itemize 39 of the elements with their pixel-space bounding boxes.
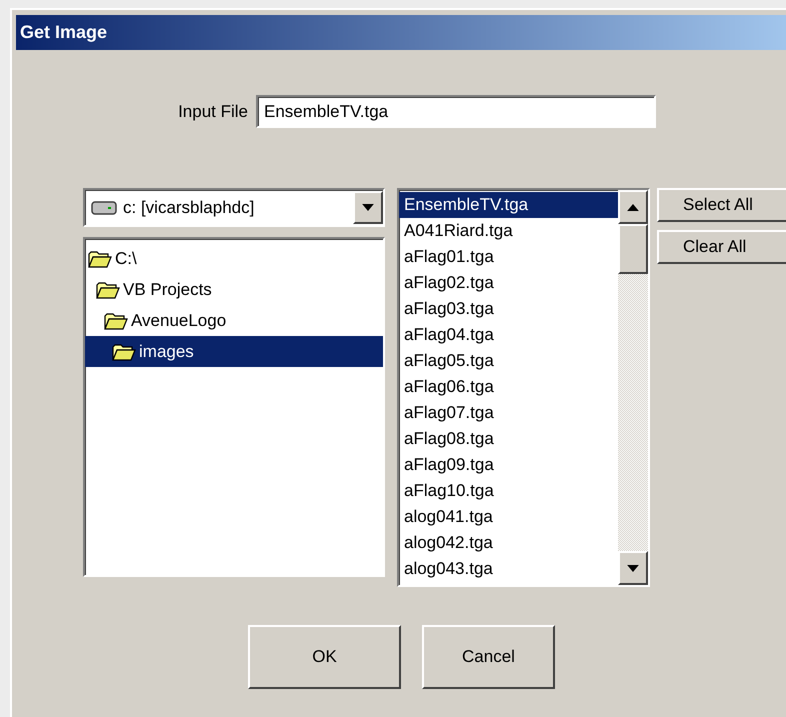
file-item[interactable]: alog043.tga [399, 556, 618, 582]
caret-icon [362, 204, 374, 211]
file-item[interactable]: aFlag04.tga [399, 322, 618, 348]
file-item[interactable]: aFlag10.tga [399, 478, 618, 504]
scroll-up-button[interactable] [618, 190, 648, 224]
scroll-down-button[interactable] [618, 551, 648, 585]
folder-icon [104, 312, 128, 330]
window-title: Get Image [20, 22, 108, 43]
file-item[interactable]: aFlag05.tga [399, 348, 618, 374]
input-file-label: Input File [177, 102, 248, 122]
file-item[interactable]: alog042.tga [399, 530, 618, 556]
file-item[interactable]: aFlag03.tga [399, 296, 618, 322]
down-arrow-icon [627, 564, 639, 572]
scroll-thumb[interactable] [618, 224, 648, 274]
input-field[interactable]: EnsembleTV.tga [256, 95, 656, 128]
folder-item[interactable]: C:\ [112, 244, 140, 273]
folder-item[interactable]: VB Projects [120, 275, 215, 304]
file-item[interactable]: aFlag06.tga [399, 374, 618, 400]
file-item[interactable]: aFlag07.tga [399, 400, 618, 426]
file-item[interactable]: EnsembleTV.tga [399, 192, 618, 218]
file-item[interactable]: aFlag02.tga [399, 270, 618, 296]
folder-item[interactable]: AvenueLogo [128, 306, 230, 335]
file-item[interactable]: aFlag08.tga [399, 426, 618, 452]
folder-icon [96, 280, 120, 298]
drive-dropdown[interactable]: c: [vicarsblaphdc] [83, 188, 385, 227]
scrollbar[interactable] [618, 190, 648, 585]
select-all-button[interactable]: Select All [657, 188, 786, 222]
file-item[interactable]: aFlag09.tga [399, 452, 618, 478]
cancel-button[interactable]: Cancel [422, 625, 555, 689]
dropdown-arrow-button[interactable] [353, 191, 383, 224]
file-item[interactable]: aFlag01.tga [399, 244, 618, 270]
file-item[interactable]: A041Riard.tga [399, 218, 618, 244]
up-arrow-icon [627, 204, 639, 210]
drive-icon [91, 200, 117, 214]
file-item[interactable]: alog041.tga [399, 504, 618, 530]
folder-icon [112, 342, 136, 360]
ok-button[interactable]: OK [248, 625, 401, 689]
clear-all-button[interactable]: Clear All [657, 230, 786, 264]
folder-icon [88, 250, 112, 268]
